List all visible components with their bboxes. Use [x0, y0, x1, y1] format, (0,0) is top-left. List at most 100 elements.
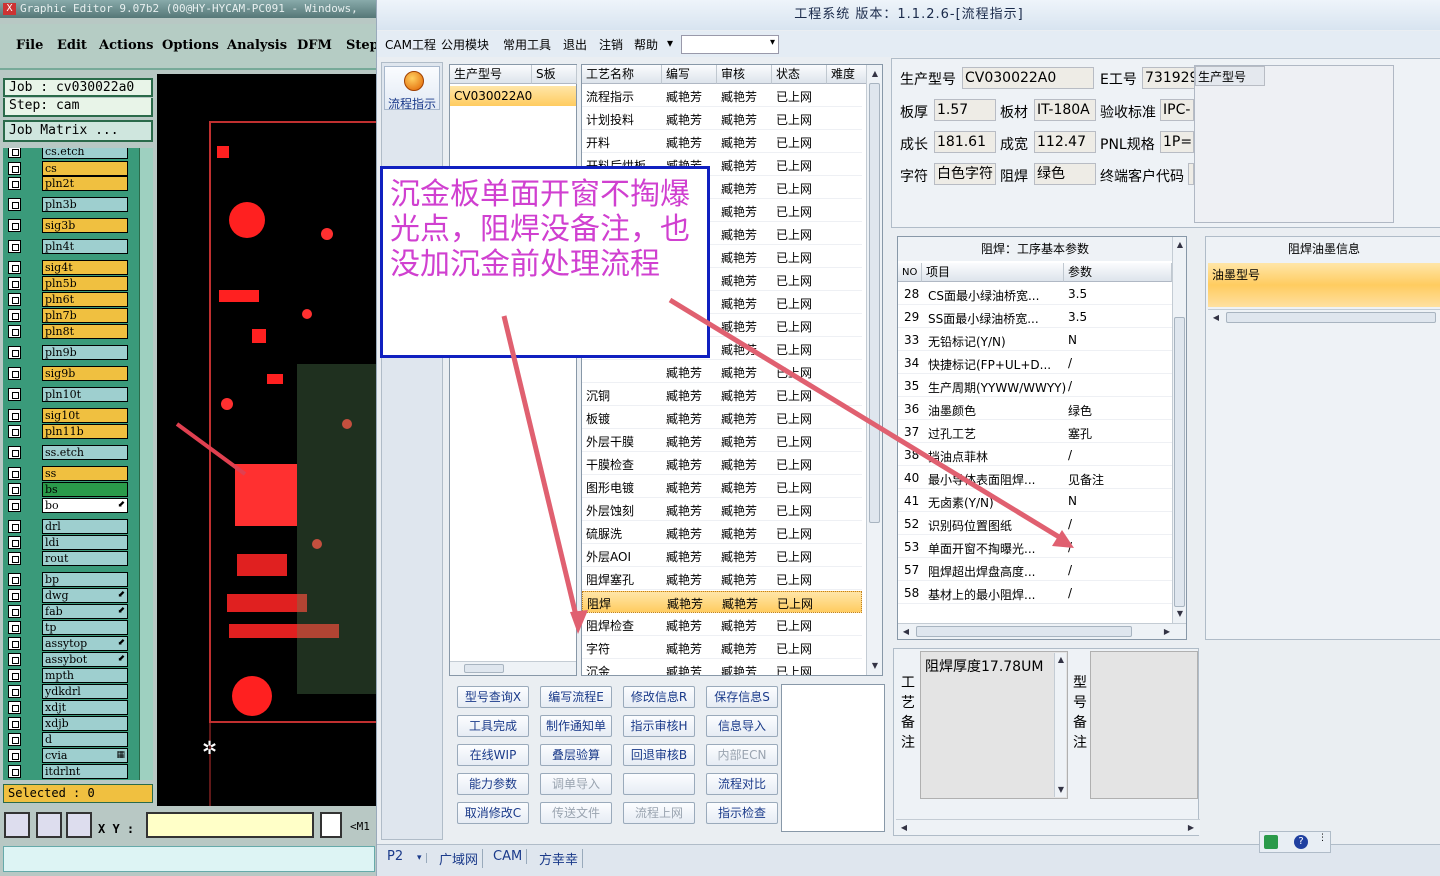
menu-cam-project[interactable]: CAM工程 — [385, 36, 436, 53]
layer-row[interactable]: ydkdrl — [6, 684, 128, 699]
layer-row[interactable]: bp — [6, 572, 128, 587]
process-note-field[interactable]: 阻焊厚度17.78UM — [920, 651, 1068, 799]
zoom-fit-icon[interactable] — [4, 812, 30, 838]
table-row[interactable]: 硫脲洗 臧艳芳 臧艳芳 已上网 — [582, 522, 862, 544]
table-row[interactable]: 干膜检查 臧艳芳 臧艳芳 已上网 — [582, 453, 862, 475]
step-field[interactable]: Step: cam — [3, 98, 153, 117]
layer-checkbox[interactable] — [8, 573, 21, 586]
table-row[interactable]: 53 单面开窗不掏曝光... / — [898, 536, 1172, 558]
action-button[interactable]: 内部ECN — [706, 744, 778, 766]
layer-checkbox[interactable] — [8, 346, 21, 359]
layer-checkbox[interactable] — [8, 536, 21, 549]
table-row[interactable]: 37 过孔工艺 塞孔 — [898, 421, 1172, 443]
layer-checkbox[interactable] — [8, 733, 21, 746]
action-button[interactable]: 在线WIP — [457, 744, 529, 766]
layer-row[interactable]: pln8t — [6, 324, 128, 339]
layer-checkbox[interactable] — [8, 520, 21, 533]
layer-row[interactable]: pln7b — [6, 308, 128, 323]
menu-options[interactable]: Options — [162, 38, 219, 53]
layer-row[interactable]: cvia ▦ — [6, 748, 128, 763]
layer-row[interactable]: pln5b — [6, 276, 128, 291]
material-field[interactable]: IT-180A — [1034, 99, 1096, 121]
table-row[interactable]: 开料 臧艳芳 臧艳芳 已上网 — [582, 131, 862, 153]
action-button[interactable]: 保存信息S — [706, 686, 778, 708]
layer-row[interactable]: sig4t — [6, 260, 128, 275]
scroll-thumb[interactable] — [1226, 312, 1436, 323]
notes-hscroll[interactable]: ◀ ▶ — [896, 819, 1200, 835]
table-row[interactable]: 40 最小导体表面阻焊... 见备注 — [898, 467, 1172, 489]
job-field[interactable]: Job : cv030022a0 — [3, 78, 153, 97]
zoom-area-icon[interactable] — [36, 812, 62, 838]
table-row[interactable]: 外层干膜 臧艳芳 臧艳芳 已上网 — [582, 430, 862, 452]
menu-dfm[interactable]: DFM — [297, 38, 332, 53]
list-item[interactable]: CV030022A0 — [450, 86, 576, 106]
layer-list-scrollbar[interactable] — [139, 148, 153, 780]
layer-row[interactable]: ldi — [6, 535, 128, 550]
action-button[interactable]: 指示审核H — [623, 715, 695, 737]
layer-row[interactable]: pln2t — [6, 176, 128, 191]
layer-checkbox[interactable] — [8, 552, 21, 565]
width-field[interactable]: 112.47 — [1034, 131, 1096, 153]
table-row[interactable]: 29 SS面最小绿油桥宽... 3.5 — [898, 306, 1172, 328]
toolbar-combo[interactable] — [681, 35, 779, 54]
layer-row[interactable]: bs — [6, 482, 128, 497]
production-model-field[interactable]: CV030022A0 — [962, 67, 1094, 89]
table-row[interactable]: 阻焊检查 臧艳芳 臧艳芳 已上网 — [582, 614, 862, 636]
layer-checkbox[interactable] — [8, 325, 21, 338]
status-dropdown-icon[interactable]: ▾ — [413, 853, 427, 863]
table-row[interactable]: 字符 臧艳芳 臧艳芳 已上网 — [582, 637, 862, 659]
layer-checkbox[interactable] — [8, 499, 21, 512]
table-row[interactable]: 外层AOI 臧艳芳 臧艳芳 已上网 — [582, 545, 862, 567]
job-matrix-button[interactable]: Job Matrix ... — [3, 120, 153, 142]
layer-row[interactable]: drl — [6, 519, 128, 534]
layer-checkbox[interactable] — [8, 621, 21, 634]
solder-mask-field[interactable]: 绿色 — [1034, 163, 1096, 185]
scroll-up-icon[interactable]: ▲ — [870, 69, 880, 79]
layer-checkbox[interactable] — [8, 309, 21, 322]
character-field[interactable]: 白色字符 — [934, 163, 996, 185]
layer-row[interactable]: assytop ⬋ — [6, 636, 128, 651]
layer-row[interactable]: cs.etch — [6, 148, 128, 159]
grid-icon[interactable] — [66, 812, 92, 838]
length-field[interactable]: 181.61 — [934, 131, 996, 153]
layer-checkbox[interactable] — [8, 765, 21, 778]
layer-checkbox[interactable] — [8, 177, 21, 190]
s-app-icon[interactable] — [1264, 835, 1278, 849]
layer-checkbox[interactable] — [8, 483, 21, 496]
layer-checkbox[interactable] — [8, 148, 21, 158]
table-row[interactable]: 52 识别码位置图纸 / — [898, 513, 1172, 535]
scroll-left-icon[interactable]: ◀ — [899, 823, 909, 833]
scroll-up-icon[interactable]: ▲ — [1056, 655, 1066, 665]
col-difficulty[interactable]: 难度 — [827, 65, 867, 84]
standard-field[interactable]: IPC- — [1160, 99, 1194, 121]
pnl-field[interactable]: 1P=8 — [1160, 131, 1194, 153]
scroll-right-icon[interactable]: ▶ — [1162, 627, 1172, 637]
action-button[interactable]: 指示检查 — [706, 802, 778, 824]
layer-row[interactable]: pln9b — [6, 345, 128, 360]
action-button[interactable]: 编写流程E — [540, 686, 612, 708]
action-button[interactable]: 取消修改C — [457, 802, 529, 824]
xy-coordinate-input[interactable] — [146, 812, 314, 838]
layer-checkbox[interactable] — [8, 717, 21, 730]
layer-row[interactable]: pln3b — [6, 197, 128, 212]
table-row[interactable]: 外层蚀刻 臧艳芳 臧艳芳 已上网 — [582, 499, 862, 521]
layer-row[interactable]: itdrlnt — [6, 764, 128, 779]
layer-checkbox[interactable] — [8, 685, 21, 698]
scroll-thumb[interactable] — [916, 626, 1132, 637]
layer-row[interactable]: ss.etch — [6, 445, 128, 460]
scroll-right-icon[interactable]: ▶ — [1186, 823, 1196, 833]
flow-instruction-button[interactable]: 流程指示 — [384, 66, 440, 111]
menu-more-icon[interactable]: ▾ — [667, 36, 673, 50]
layer-checkbox[interactable] — [8, 446, 21, 459]
layer-checkbox[interactable] — [8, 605, 21, 618]
col-process-name[interactable]: 工艺名称 — [582, 65, 662, 84]
layer-row[interactable]: tp — [6, 620, 128, 635]
col-param[interactable]: 参数 — [1064, 263, 1172, 282]
table-row[interactable]: 35 生产周期(YYWW/WWYY) / — [898, 375, 1172, 397]
menu-help[interactable]: 帮助 — [634, 36, 658, 53]
layer-checkbox[interactable] — [8, 669, 21, 682]
ink-header-row[interactable]: 油墨型号 — [1208, 263, 1440, 307]
layer-checkbox[interactable] — [8, 467, 21, 480]
layer-checkbox[interactable] — [8, 293, 21, 306]
layer-row[interactable]: sig3b — [6, 218, 128, 233]
